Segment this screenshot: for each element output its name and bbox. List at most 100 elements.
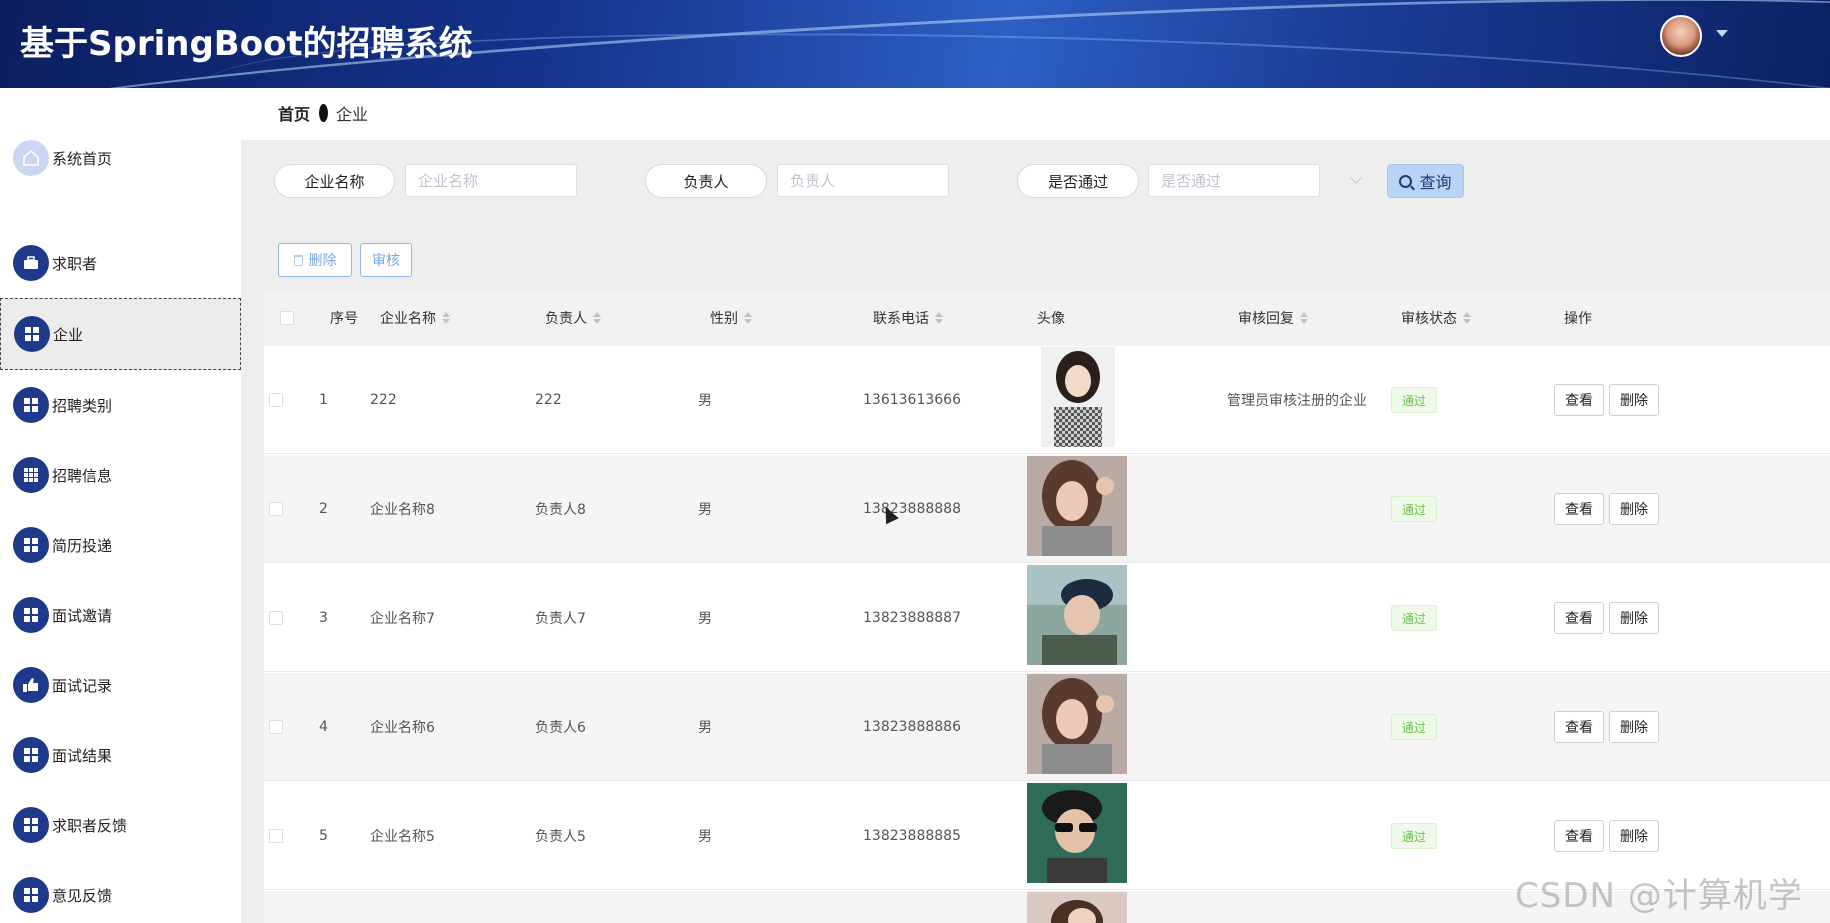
sidebar-item-opinion-feedback[interactable]: 意见反馈	[0, 860, 241, 923]
cell-phone: 13823888888	[863, 501, 961, 517]
table-header: 序号 企业名称 负责人 性别 联系电话 头像 审核回复 审核状态 操作	[264, 290, 1830, 346]
view-button[interactable]: 查看	[1554, 602, 1604, 634]
cell-gender: 男	[698, 829, 712, 845]
select-all-checkbox[interactable]	[280, 311, 294, 325]
company-name-label: 企业名称	[274, 164, 395, 198]
company-table: 序号 企业名称 负责人 性别 联系电话 头像 审核回复 审核状态 操作 1 22…	[264, 290, 1830, 923]
view-button[interactable]: 查看	[1554, 820, 1604, 852]
app-header: 基于SpringBoot的招聘系统	[0, 0, 1830, 88]
query-button-label: 查询	[1419, 173, 1452, 192]
company-name-input[interactable]	[405, 164, 577, 197]
grid-icon	[13, 737, 49, 773]
cell-phone: 13823888885	[863, 828, 961, 844]
watermark: CSDN @计算机学姐	[1515, 876, 1803, 916]
column-header-index: 序号	[330, 311, 358, 327]
delete-button[interactable]: 删除	[1609, 820, 1659, 852]
row-checkbox[interactable]	[269, 502, 283, 516]
sidebar-item-label: 求职者反馈	[52, 816, 128, 835]
view-button[interactable]: 查看	[1554, 711, 1604, 743]
column-header-reply[interactable]: 审核回复	[1238, 290, 1308, 346]
status-badge: 通过	[1391, 387, 1437, 413]
cell-manager: 负责人6	[535, 720, 586, 736]
column-header-company[interactable]: 企业名称	[380, 290, 450, 346]
column-header-manager[interactable]: 负责人	[545, 290, 601, 346]
sort-icon[interactable]	[1463, 312, 1471, 324]
cell-gender: 男	[698, 720, 712, 736]
column-header-phone[interactable]: 联系电话	[873, 290, 943, 346]
sort-icon[interactable]	[442, 312, 450, 324]
home-icon	[13, 140, 49, 176]
cell-company: 企业名称8	[370, 502, 435, 518]
row-checkbox[interactable]	[269, 611, 283, 625]
sidebar-item-label: 招聘信息	[52, 466, 113, 485]
sidebar-item-label: 招聘类别	[52, 396, 113, 415]
row-checkbox[interactable]	[269, 393, 283, 407]
sidebar-item-label: 意见反馈	[52, 886, 113, 905]
avatar-photo	[1027, 674, 1127, 774]
sidebar-item-resume-delivery[interactable]: 简历投递	[0, 510, 241, 580]
cell-gender: 男	[698, 611, 712, 627]
cell-phone: 13823888886	[863, 719, 961, 735]
row-checkbox[interactable]	[269, 720, 283, 734]
cell-company: 企业名称6	[370, 720, 435, 736]
column-header-gender[interactable]: 性别	[710, 290, 752, 346]
sidebar-item-label: 系统首页	[52, 149, 113, 168]
grid-icon	[13, 877, 49, 913]
cell-index: 1	[319, 392, 328, 408]
sidebar-item-interview-record[interactable]: 面试记录	[0, 650, 241, 720]
cell-company: 222	[370, 392, 397, 408]
sidebar-item-label: 求职者	[52, 254, 98, 273]
sidebar-item-recruit-info[interactable]: 招聘信息	[0, 440, 241, 510]
sidebar-item-label: 面试结果	[52, 746, 113, 765]
grid-icon	[14, 316, 50, 352]
sort-icon[interactable]	[593, 312, 601, 324]
audit-button[interactable]: 审核	[360, 243, 412, 277]
cell-manager: 负责人8	[535, 502, 586, 518]
manager-label: 负责人	[645, 164, 767, 198]
user-avatar[interactable]	[1660, 15, 1702, 57]
cell-phone: 13613613666	[863, 392, 961, 408]
sidebar-item-home[interactable]: 系统首页	[0, 123, 241, 193]
sidebar-item-label: 面试邀请	[52, 606, 113, 625]
sort-icon[interactable]	[935, 312, 943, 324]
sort-icon[interactable]	[1300, 312, 1308, 324]
cell-gender: 男	[698, 502, 712, 518]
delete-button[interactable]: 删除	[1609, 711, 1659, 743]
sidebar-item-recruit-category[interactable]: 招聘类别	[0, 370, 241, 440]
delete-button[interactable]: 删除	[1609, 602, 1659, 634]
query-button[interactable]: 查询	[1387, 164, 1464, 198]
sidebar-item-seeker-feedback[interactable]: 求职者反馈	[0, 790, 241, 860]
cell-company: 企业名称7	[370, 611, 435, 627]
cell-index: 5	[319, 828, 328, 844]
sidebar-item-company[interactable]: 企业	[0, 298, 241, 370]
breadcrumb-home[interactable]: 首页	[278, 101, 310, 125]
approved-select[interactable]	[1148, 164, 1320, 197]
sort-icon[interactable]	[744, 312, 752, 324]
view-button[interactable]: 查看	[1554, 384, 1604, 416]
chevron-down-icon[interactable]	[1716, 30, 1728, 37]
manager-input[interactable]	[777, 164, 949, 197]
cell-gender: 男	[698, 393, 712, 409]
sidebar-item-interview-invite[interactable]: 面试邀请	[0, 580, 241, 650]
sidebar-item-label: 企业	[53, 325, 84, 344]
bulk-delete-button[interactable]: 删除	[278, 243, 352, 277]
table-row: 3 企业名称7 负责人7 男 13823888887 通过 查看 删除	[264, 564, 1830, 672]
column-header-status[interactable]: 审核状态	[1401, 290, 1471, 346]
avatar-photo	[1041, 347, 1115, 447]
delete-button[interactable]: 删除	[1609, 384, 1659, 416]
column-header-avatar: 头像	[1037, 311, 1065, 327]
sidebar: 系统首页 求职者 企业 招聘类别 招聘信息 简历投递 面试邀请 面试记录 面试结…	[0, 88, 241, 923]
row-checkbox[interactable]	[269, 829, 283, 843]
grid-icon	[13, 807, 49, 843]
status-badge: 通过	[1391, 496, 1437, 522]
grid-icon	[13, 527, 49, 563]
sidebar-item-job-seekers[interactable]: 求职者	[0, 228, 241, 298]
app-title: 基于SpringBoot的招聘系统	[20, 24, 473, 64]
view-button[interactable]: 查看	[1554, 493, 1604, 525]
table-row: 1 222 222 男 13613613666 管理员审核注册的企业 通过 查看…	[264, 346, 1830, 454]
delete-button[interactable]: 删除	[1609, 493, 1659, 525]
sidebar-item-interview-result[interactable]: 面试结果	[0, 720, 241, 790]
approved-label: 是否通过	[1017, 164, 1139, 198]
cell-index: 3	[319, 610, 328, 626]
briefcase-icon	[13, 245, 49, 281]
